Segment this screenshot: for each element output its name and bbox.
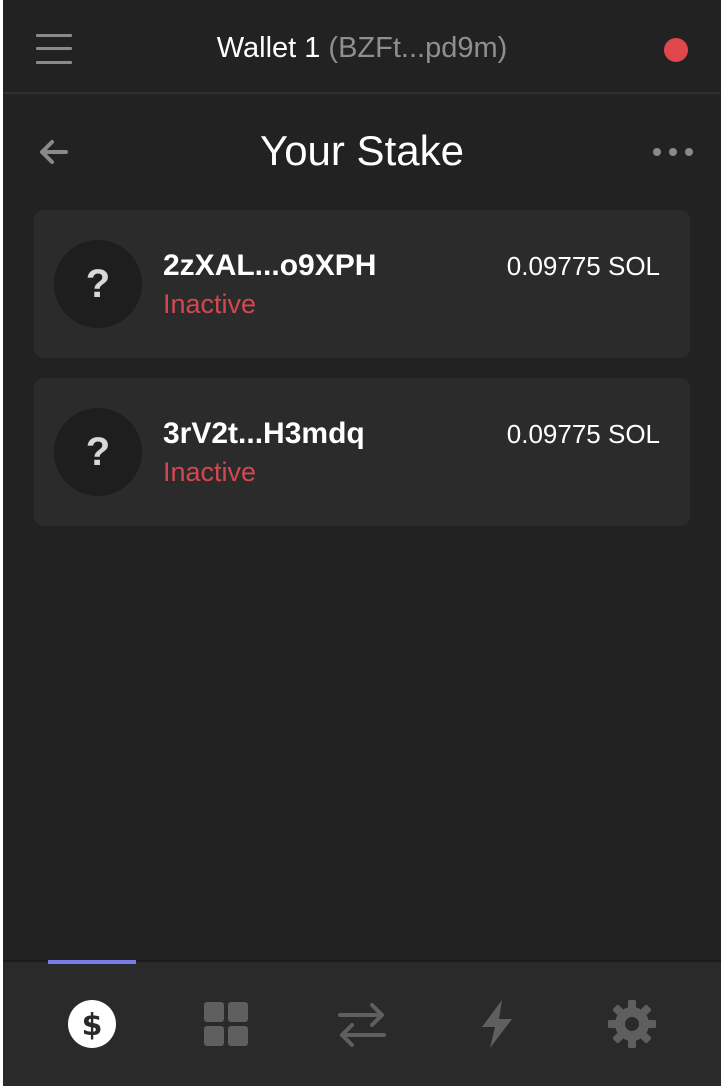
wallet-selector[interactable]: Wallet 1 (BZFt...pd9m) bbox=[3, 28, 721, 68]
nav-swap[interactable] bbox=[334, 996, 390, 1052]
bottom-nav: $ bbox=[3, 960, 721, 1086]
lightning-bolt-icon bbox=[482, 1000, 512, 1048]
nav-activity[interactable] bbox=[469, 996, 525, 1052]
nav-settings[interactable] bbox=[604, 996, 660, 1052]
nav-balances[interactable]: $ bbox=[64, 996, 120, 1052]
page-title: Your Stake bbox=[260, 127, 464, 174]
wallet-address: (BZFt...pd9m) bbox=[328, 32, 508, 64]
connection-status-dot[interactable] bbox=[664, 38, 688, 62]
stake-amount: 0.09775 SOL bbox=[506, 251, 660, 281]
stake-account-card[interactable]: ? 2zXAL...o9XPH Inactive 0.09775 SOL bbox=[34, 210, 690, 358]
swap-arrows-icon bbox=[338, 1003, 386, 1047]
wallet-name: Wallet 1 bbox=[216, 32, 321, 64]
svg-text:$: $ bbox=[82, 1008, 103, 1043]
unknown-validator-icon: ? bbox=[54, 240, 142, 328]
active-tab-indicator bbox=[48, 960, 136, 964]
nav-apps[interactable] bbox=[198, 996, 254, 1052]
stake-amount: 0.09775 SOL bbox=[506, 419, 660, 449]
more-options-button[interactable] bbox=[649, 140, 693, 164]
apps-grid-icon bbox=[204, 1002, 248, 1046]
unknown-validator-icon: ? bbox=[54, 408, 142, 496]
stake-account-address: 3rV2t...H3mdq bbox=[163, 417, 365, 450]
stake-status: Inactive bbox=[163, 457, 257, 487]
settings-gear-icon bbox=[608, 1000, 656, 1048]
balances-dollar-icon: $ bbox=[68, 1000, 116, 1048]
more-horizontal-icon bbox=[653, 148, 661, 156]
stake-status: Inactive bbox=[163, 289, 257, 319]
wallet-app: Wallet 1 (BZFt...pd9m) Your Stake ? 2zXAL… bbox=[3, 0, 721, 1086]
stake-account-card[interactable]: ? 3rV2t...H3mdq Inactive 0.09775 SOL bbox=[34, 378, 690, 526]
stake-account-address: 2zXAL...o9XPH bbox=[163, 249, 377, 282]
top-bar: Wallet 1 (BZFt...pd9m) bbox=[3, 0, 721, 94]
